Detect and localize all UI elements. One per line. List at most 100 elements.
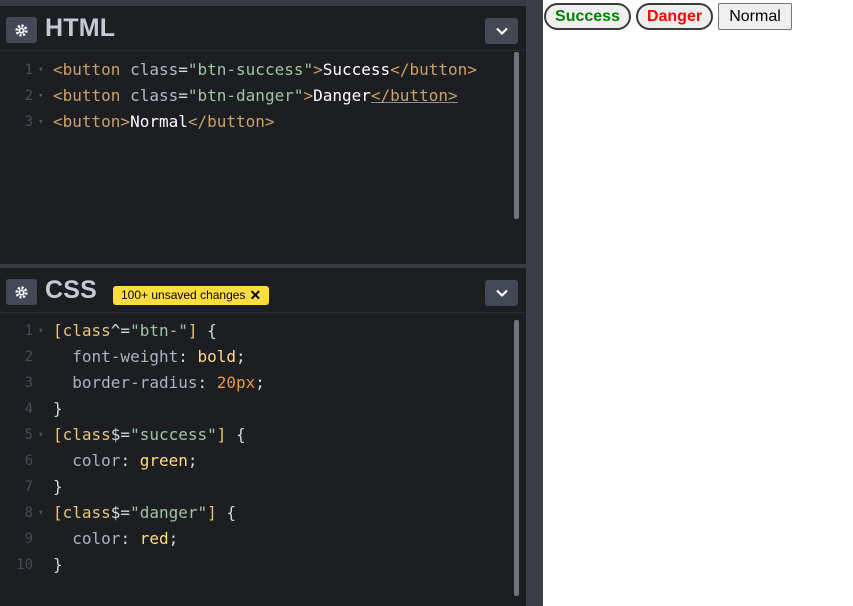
css-scrollbar[interactable] [514, 320, 519, 596]
css-panel: CSS 100+ unsaved changes ✕ 1 ▾ [class^="bt… [0, 268, 526, 606]
close-icon[interactable]: ✕ [249, 286, 261, 305]
code-token: color [72, 451, 121, 470]
fold-arrow-icon[interactable]: ▾ [38, 500, 43, 526]
code-token: "btn-" [130, 321, 188, 340]
code-token: bold [197, 347, 237, 366]
fold-arrow-icon[interactable]: ▾ [38, 318, 43, 344]
fold-arrow-icon[interactable]: ▾ [38, 57, 43, 83]
line-number: 6 [24, 453, 33, 469]
code-text: <button>Normal</button> [53, 109, 275, 135]
danger-button[interactable]: Danger [636, 3, 713, 30]
line-number: 2 [24, 349, 33, 365]
line-number: 1 [24, 323, 33, 339]
success-button[interactable]: Success [544, 3, 631, 30]
code-token: class [130, 86, 179, 105]
css-collapse-button[interactable] [485, 280, 518, 306]
code-token: ] [207, 503, 217, 522]
html-settings-button[interactable] [6, 17, 37, 43]
code-text: color: red; [53, 526, 178, 552]
code-token: <button [53, 60, 131, 79]
code-token: { [226, 425, 246, 444]
code-text: color: green; [53, 448, 198, 474]
code-token: = [178, 86, 188, 105]
code-text: } [53, 552, 63, 578]
unsaved-changes-text: 100+ unsaved changes [121, 288, 246, 302]
code-token: </button> [187, 112, 275, 131]
code-token: { [216, 503, 237, 522]
html-code-editor[interactable]: 1 ▾ <button class="btn-success">Success</b… [0, 57, 526, 257]
chevron-down-icon [495, 289, 508, 298]
code-text: [class^="btn-"] { [53, 318, 217, 344]
code-text: <button class="btn-danger">Danger</butto… [53, 83, 458, 109]
code-token: : [120, 451, 140, 470]
css-settings-button[interactable] [6, 279, 37, 305]
normal-button[interactable]: Normal [718, 3, 792, 30]
gear-icon [15, 23, 28, 37]
line-number: 3 [24, 114, 33, 130]
code-token: : [197, 373, 217, 392]
code-text: } [53, 396, 63, 422]
code-token: green [139, 451, 188, 470]
css-panel-title: CSS [45, 276, 98, 304]
code-token: $= [110, 425, 131, 444]
line-number: 10 [16, 557, 33, 573]
fold-arrow-icon[interactable]: ▾ [38, 109, 43, 135]
html-panel: HTML 1 ▾ <button class="btn-success">Succe… [0, 6, 526, 264]
code-token: border-radius [72, 373, 198, 392]
code-token: "btn-danger" [187, 86, 304, 105]
line-number: 9 [24, 531, 33, 547]
code-text: font-weight: bold; [53, 344, 245, 370]
code-token: { [197, 321, 217, 340]
gear-icon [15, 285, 28, 299]
code-text: [class$="success"] { [53, 422, 246, 448]
line-number: 8 [24, 505, 33, 521]
code-text: border-radius: 20px; [53, 370, 265, 396]
code-token: ; [255, 373, 265, 392]
line-number: 2 [24, 88, 33, 104]
code-token: red [139, 529, 169, 548]
fold-arrow-icon[interactable]: ▾ [38, 83, 43, 109]
code-token: ; [168, 529, 179, 548]
code-token: <button [53, 86, 131, 105]
line-number: 4 [24, 401, 33, 417]
unsaved-changes-badge[interactable]: 100+ unsaved changes ✕ [113, 286, 270, 305]
html-scrollbar[interactable] [514, 52, 519, 219]
line-number: 1 [24, 62, 33, 78]
code-token: : [120, 529, 140, 548]
code-token: = [178, 60, 188, 79]
code-token: > [313, 60, 323, 79]
line-number: 3 [24, 375, 33, 391]
preview-pane [543, 0, 853, 606]
code-token: } [53, 477, 63, 496]
chevron-down-icon [495, 27, 508, 36]
line-number: 7 [24, 479, 33, 495]
code-token: : [178, 347, 198, 366]
code-token: Danger [313, 86, 371, 105]
fold-arrow-icon[interactable]: ▾ [38, 422, 43, 448]
code-token: 20px [216, 373, 256, 392]
html-panel-title: HTML [45, 14, 116, 42]
code-token: font-weight [72, 347, 179, 366]
code-token: [class [53, 425, 111, 444]
html-collapse-button[interactable] [485, 18, 518, 44]
code-token: <button> [53, 112, 131, 131]
line-number: 5 [24, 427, 33, 443]
code-token: "danger" [130, 503, 208, 522]
code-token: [class [53, 503, 111, 522]
code-token: ] [187, 321, 198, 340]
code-token: $= [110, 503, 131, 522]
code-token: class [130, 60, 179, 79]
css-code-editor[interactable]: 1 ▾ [class^="btn-"] {2 font-weight: bold; 3… [0, 318, 526, 598]
code-token: "btn-success" [187, 60, 314, 79]
resize-divider[interactable] [526, 0, 543, 606]
code-token: Success [322, 60, 391, 79]
code-token: ^= [110, 321, 131, 340]
code-token: "success" [130, 425, 217, 444]
code-token: color [72, 529, 121, 548]
code-token: ; [187, 451, 198, 470]
code-text: <button class="btn-success">Success</but… [53, 57, 477, 83]
